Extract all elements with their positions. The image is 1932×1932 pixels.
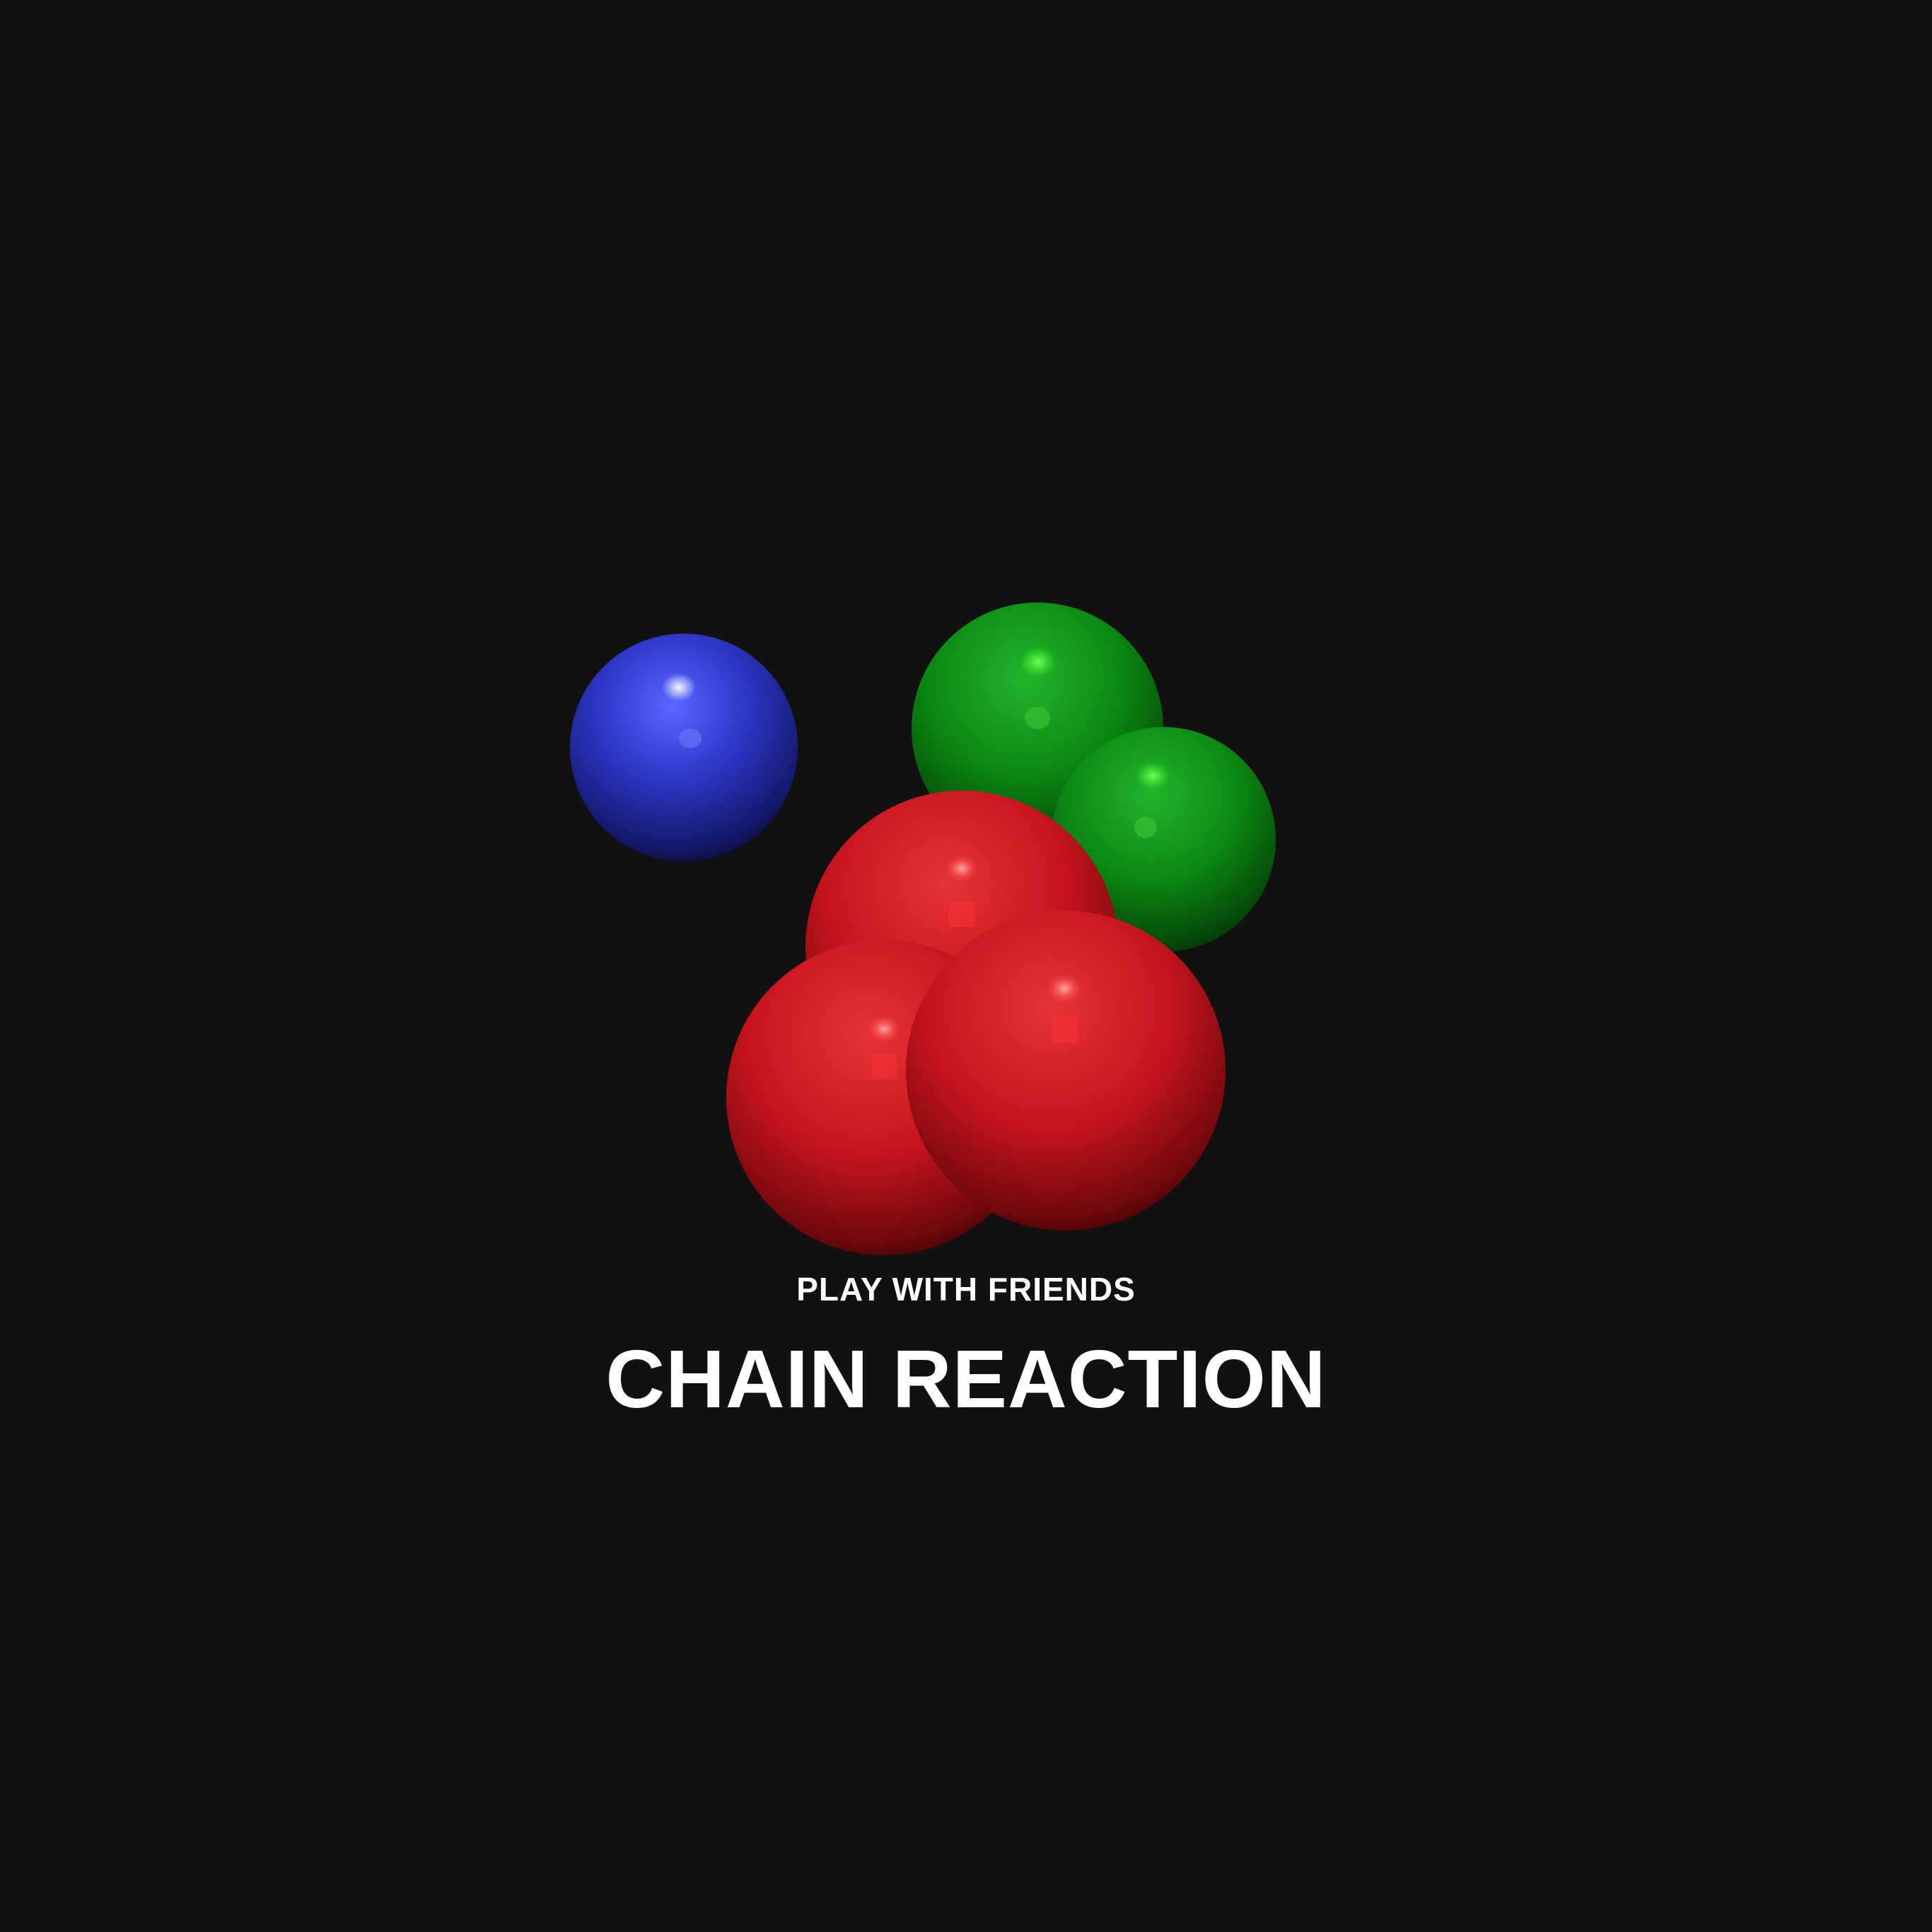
orb-logo: [570, 603, 1276, 1255]
game-title: CHAIN REACTION: [605, 1333, 1327, 1425]
blue-orb: [570, 634, 798, 861]
tagline: PLAY WITH FRIENDS: [796, 1271, 1136, 1308]
splash-screen: PLAY WITH FRIENDS CHAIN REACTION: [0, 0, 1932, 1932]
